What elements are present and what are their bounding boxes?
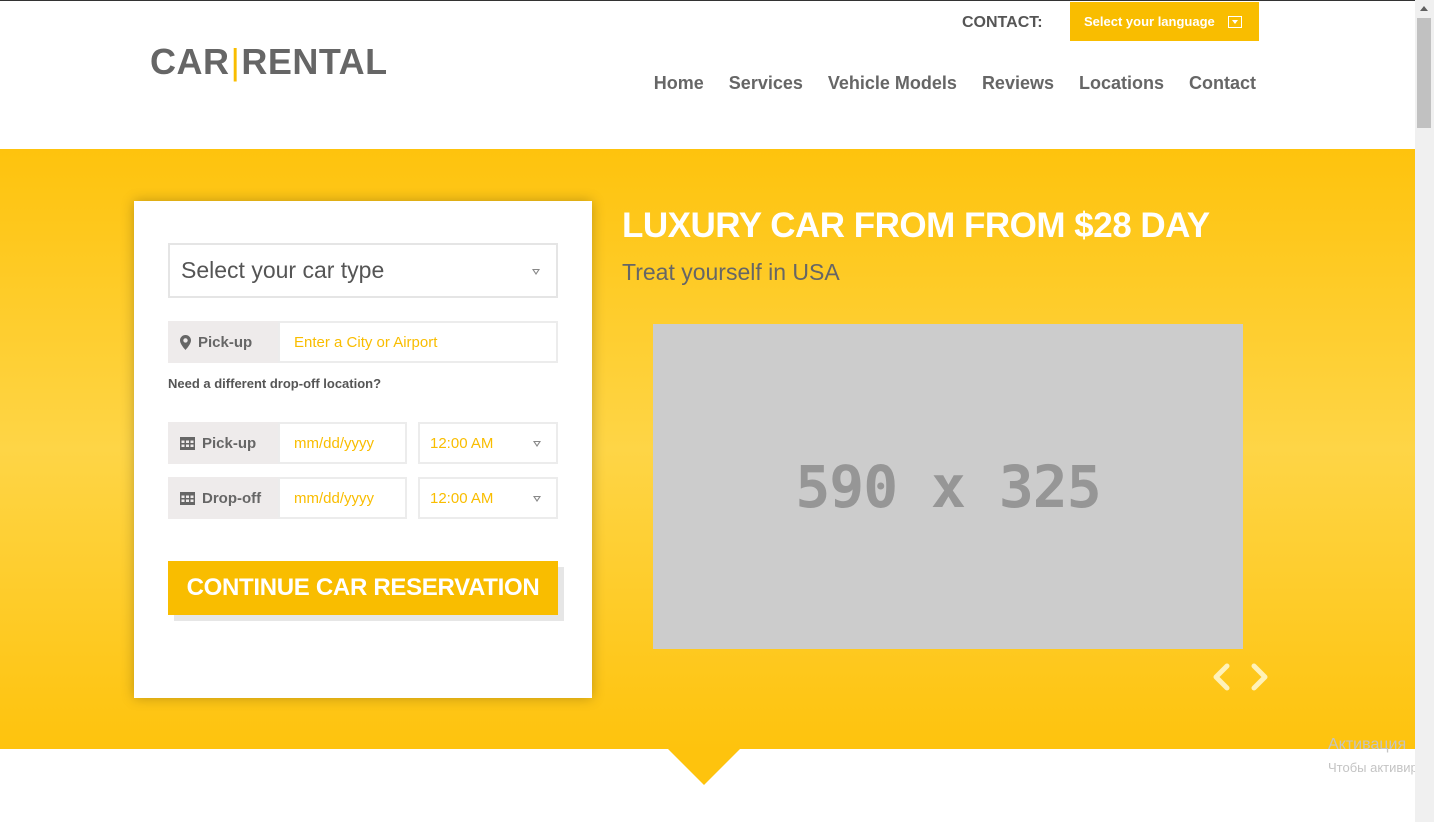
scroll-up-arrow-icon[interactable] — [1420, 6, 1428, 11]
pickup-location-label: Pick-up — [168, 321, 278, 363]
contact-label: CONTACT: — [962, 14, 1043, 31]
nav-item-services[interactable]: Services — [729, 73, 803, 94]
caret-down-icon — [1228, 16, 1242, 28]
promo-title: LUXURY CAR FROM FROM $28 DAY — [622, 206, 1210, 245]
dropoff-date-label-text: Drop-off — [202, 489, 262, 507]
nav-item-locations[interactable]: Locations — [1079, 73, 1164, 94]
dropoff-date-label: Drop-off — [168, 477, 278, 519]
pickup-location-placeholder: Enter a City or Airport — [294, 333, 438, 351]
pickup-location-label-text: Pick-up — [198, 333, 253, 351]
browser-viewport: CAR|RENTAL CONTACT: Select your language… — [0, 0, 1434, 822]
activation-watermark-title: Активация — [1328, 736, 1407, 753]
pickup-date-label: Pick-up — [168, 422, 278, 464]
car-type-select-value: Select your car type — [181, 257, 385, 283]
activation-watermark-text: Чтобы активир — [1328, 760, 1418, 775]
dropdown-triangle-icon — [533, 441, 541, 447]
nav-item-reviews[interactable]: Reviews — [982, 73, 1054, 94]
hero-pointer — [667, 748, 741, 785]
reservation-form-card: Select your car type Pick-up Enter a Cit… — [134, 201, 592, 698]
language-select-button[interactable]: Select your language — [1070, 2, 1259, 41]
logo-text-car: CAR — [150, 41, 230, 82]
logo-separator: | — [230, 41, 241, 82]
image-size-label: 590 x 325 — [795, 452, 1101, 521]
pickup-date-input[interactable]: mm/dd/yyyy — [278, 422, 407, 464]
dropoff-date-input[interactable]: mm/dd/yyyy — [278, 477, 407, 519]
site-logo[interactable]: CAR|RENTAL — [150, 41, 388, 83]
vertical-scrollbar[interactable] — [1415, 0, 1434, 822]
continue-reservation-button[interactable]: CONTINUE CAR RESERVATION — [168, 561, 558, 615]
dropoff-time-select[interactable]: 12:00 AM — [418, 477, 558, 519]
calendar-icon — [180, 491, 195, 505]
scrollbar-thumb[interactable] — [1417, 18, 1431, 128]
dropoff-date-row: Drop-off mm/dd/yyyy — [168, 477, 407, 519]
pickup-location-input[interactable]: Enter a City or Airport — [278, 321, 558, 363]
map-pin-icon — [180, 334, 191, 350]
dropoff-time-value: 12:00 AM — [430, 489, 494, 507]
logo-text-rental: RENTAL — [241, 41, 388, 82]
main-nav: Home Services Vehicle Models Reviews Loc… — [654, 73, 1256, 94]
pickup-date-label-text: Pick-up — [202, 434, 257, 452]
dropdown-triangle-icon — [533, 496, 541, 502]
pickup-date-row: Pick-up mm/dd/yyyy — [168, 422, 407, 464]
dropoff-date-placeholder: mm/dd/yyyy — [294, 489, 375, 507]
pickup-location-row: Pick-up Enter a City or Airport — [168, 321, 558, 363]
pickup-date-placeholder: mm/dd/yyyy — [294, 434, 375, 452]
car-type-select[interactable]: Select your car type — [168, 243, 558, 298]
nav-item-contact[interactable]: Contact — [1189, 73, 1256, 94]
language-select-label: Select your language — [1084, 14, 1215, 29]
pickup-time-select[interactable]: 12:00 AM — [418, 422, 558, 464]
nav-item-home[interactable]: Home — [654, 73, 704, 94]
chevron-left-icon[interactable] — [1209, 663, 1235, 691]
page: CAR|RENTAL CONTACT: Select your language… — [0, 0, 1415, 822]
different-dropoff-link[interactable]: Need a different drop-off location? — [168, 376, 381, 391]
pickup-time-value: 12:00 AM — [430, 434, 494, 452]
promo-subtitle: Treat yourself in USA — [622, 259, 840, 285]
chevron-right-icon[interactable] — [1246, 663, 1272, 691]
calendar-icon — [180, 436, 195, 450]
slider-image-placeholder: 590 x 325 — [653, 324, 1243, 649]
nav-item-vehicle-models[interactable]: Vehicle Models — [828, 73, 957, 94]
dropdown-triangle-icon — [532, 269, 540, 275]
